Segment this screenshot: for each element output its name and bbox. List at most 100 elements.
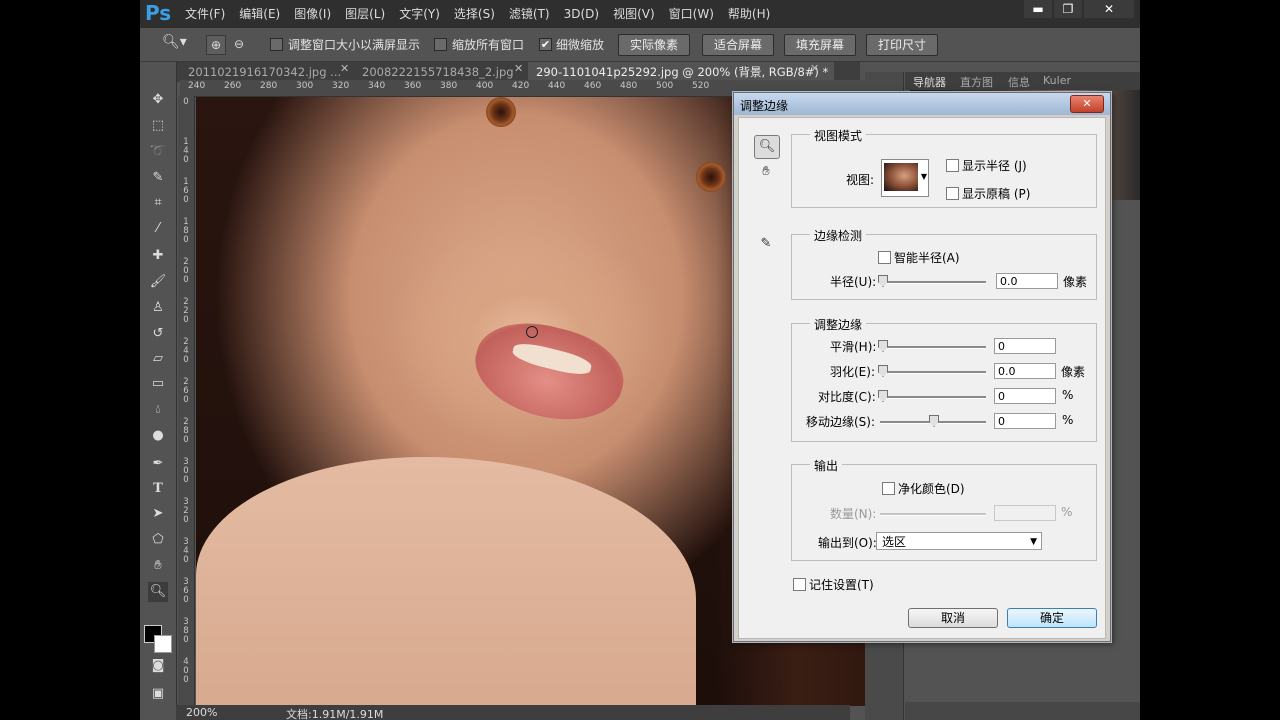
smooth-input[interactable]: 0 <box>994 338 1056 354</box>
shift-edge-input[interactable]: 0 <box>994 413 1056 429</box>
tab-info[interactable]: 信息 <box>1008 74 1030 90</box>
zoom-tool-icon[interactable]: 🔍︎ <box>148 582 168 602</box>
close-tab-icon[interactable]: ✕ <box>810 62 819 75</box>
shift-edge-label: 移动边缘(S): <box>806 415 876 429</box>
output-to-select[interactable]: 选区 ▼ <box>876 532 1042 550</box>
radius-slider[interactable] <box>880 281 986 284</box>
path-select-tool-icon[interactable]: ➤ <box>148 504 168 524</box>
edge-detection-group: 边缘检测 智能半径(A) 半径(U): 0.0 像素 <box>791 227 1097 300</box>
shift-edge-unit: % <box>1062 413 1074 427</box>
remember-settings-checkbox[interactable] <box>793 578 806 591</box>
move-tool-icon[interactable]: ✥ <box>148 90 168 110</box>
contrast-input[interactable]: 0 <box>994 388 1056 404</box>
refine-radius-tool-icon[interactable]: ✎ <box>754 233 778 255</box>
feather-slider[interactable] <box>880 371 986 374</box>
fit-screen-button[interactable]: 适合屏幕 <box>702 34 774 56</box>
zoom-all-checkbox[interactable] <box>434 38 447 51</box>
pen-tool-icon[interactable]: ✒ <box>148 454 168 474</box>
app-logo: Ps <box>145 1 172 25</box>
contrast-slider[interactable] <box>880 396 986 399</box>
quick-mask-icon[interactable]: ◙ <box>148 656 168 676</box>
crop-tool-icon[interactable]: ⌗ <box>148 193 168 213</box>
minimize-button[interactable]: ▬ <box>1024 0 1052 18</box>
screen-mode-icon[interactable]: ▣ <box>148 684 168 704</box>
close-tab-icon[interactable]: ✕ <box>514 62 523 75</box>
zoom-tool-icon[interactable]: 🔍︎ <box>754 135 780 159</box>
tab-doc-3[interactable]: 290-1101041p25292.jpg @ 200% (背景, RGB/8#… <box>528 62 834 82</box>
menu-layer[interactable]: 图层(L) <box>338 0 392 28</box>
ruler-tick-label: 340 <box>368 81 386 91</box>
marquee-tool-icon[interactable]: ⬚ <box>148 116 168 136</box>
lasso-tool-icon[interactable]: ➰ <box>148 142 168 162</box>
output-to-value: 选区 <box>882 535 907 549</box>
contrast-slider-thumb[interactable] <box>878 390 888 402</box>
contrast-label: 对比度(C): <box>818 390 876 404</box>
edge-detection-title: 边缘检测 <box>810 227 867 244</box>
scrubby-zoom-checkbox[interactable]: ✔ <box>539 38 552 51</box>
restore-button[interactable]: ❐ <box>1054 0 1082 18</box>
ok-button[interactable]: 确定 <box>1007 608 1097 628</box>
history-brush-tool-icon[interactable]: ↺ <box>148 324 168 344</box>
menu-filter[interactable]: 滤镜(T) <box>502 0 557 28</box>
resize-windows-checkbox[interactable] <box>270 38 283 51</box>
print-size-button[interactable]: 打印尺寸 <box>866 34 938 56</box>
menu-edit[interactable]: 编辑(E) <box>232 0 287 28</box>
tab-kuler[interactable]: Kuler <box>1043 74 1071 87</box>
letterbox-right <box>1140 0 1280 720</box>
show-original-checkbox[interactable] <box>946 187 959 200</box>
gradient-tool-icon[interactable]: ▭ <box>148 374 168 394</box>
smooth-slider-thumb[interactable] <box>878 340 888 352</box>
menu-file[interactable]: 文件(F) <box>178 0 232 28</box>
dialog-body: 🔍︎ ✋︎ ✎ 视图模式 视图: ▼ 显示半径 (J) 显示原稿 (P) 边缘检… <box>738 117 1106 639</box>
show-radius-checkbox[interactable] <box>946 159 959 172</box>
close-window-button[interactable]: ✕ <box>1084 0 1134 18</box>
decontaminate-checkbox[interactable] <box>882 482 895 495</box>
view-mode-picker[interactable]: ▼ <box>881 159 929 197</box>
zoom-in-icon[interactable]: ⊕ <box>206 35 226 55</box>
tab-navigator[interactable]: 导航器 <box>913 74 946 90</box>
menu-window[interactable]: 窗口(W) <box>662 0 721 28</box>
dialog-close-button[interactable]: ✕ <box>1070 95 1104 113</box>
dodge-tool-icon[interactable]: ● <box>148 426 168 446</box>
hand-tool-icon[interactable]: ✋︎ <box>148 556 168 576</box>
menu-view[interactable]: 视图(V) <box>606 0 662 28</box>
close-tab-icon[interactable]: ✕ <box>340 62 349 75</box>
feather-input[interactable]: 0.0 <box>994 363 1056 379</box>
dialog-titlebar[interactable]: 调整边缘 ✕ <box>734 93 1110 115</box>
ruler-tick-label: 280 <box>260 81 278 91</box>
shape-tool-icon[interactable]: ⬠ <box>148 530 168 550</box>
menu-help[interactable]: 帮助(H) <box>721 0 777 28</box>
blur-tool-icon[interactable]: 💧︎ <box>148 400 168 420</box>
smooth-slider[interactable] <box>880 346 986 349</box>
cancel-button[interactable]: 取消 <box>908 608 998 628</box>
tab-doc-1[interactable]: 2011021916170342.jpg ... <box>180 62 358 82</box>
zoom-cursor-icon <box>526 326 538 338</box>
zoom-tool-icon[interactable]: 🔍︎▾ <box>162 34 187 50</box>
menu-select[interactable]: 选择(S) <box>447 0 502 28</box>
zoom-level[interactable]: 200% <box>186 706 217 719</box>
feather-slider-thumb[interactable] <box>878 365 888 377</box>
actual-pixels-button[interactable]: 实际像素 <box>618 34 690 56</box>
eyedropper-tool-icon[interactable]: ⁄ <box>148 219 168 239</box>
radius-input[interactable]: 0.0 <box>996 273 1058 289</box>
tab-doc-2[interactable]: 2008222155718438_2.jpg <box>354 62 532 82</box>
zoom-out-icon[interactable]: ⊖ <box>230 35 248 53</box>
output-to-label: 输出到(O): <box>818 536 877 550</box>
healing-tool-icon[interactable]: ✚ <box>148 246 168 266</box>
adjust-edge-title: 调整边缘 <box>810 316 867 333</box>
type-tool-icon[interactable]: T <box>148 479 168 499</box>
smart-radius-checkbox[interactable] <box>878 251 891 264</box>
shift-edge-slider-thumb[interactable] <box>929 415 939 427</box>
quick-select-tool-icon[interactable]: ✎ <box>148 168 168 188</box>
fill-screen-button[interactable]: 填充屏幕 <box>784 34 856 56</box>
menu-image[interactable]: 图像(I) <box>287 0 338 28</box>
eraser-tool-icon[interactable]: ▱ <box>148 349 168 369</box>
menu-3d[interactable]: 3D(D) <box>557 0 606 28</box>
background-color-swatch[interactable] <box>154 635 172 653</box>
stamp-tool-icon[interactable]: ♙ <box>148 298 168 318</box>
menu-type[interactable]: 文字(Y) <box>392 0 447 28</box>
hand-tool-icon[interactable]: ✋︎ <box>754 161 778 183</box>
tab-histogram[interactable]: 直方图 <box>960 74 993 90</box>
radius-slider-thumb[interactable] <box>878 275 888 287</box>
brush-tool-icon[interactable]: 🖌︎ <box>148 272 168 292</box>
